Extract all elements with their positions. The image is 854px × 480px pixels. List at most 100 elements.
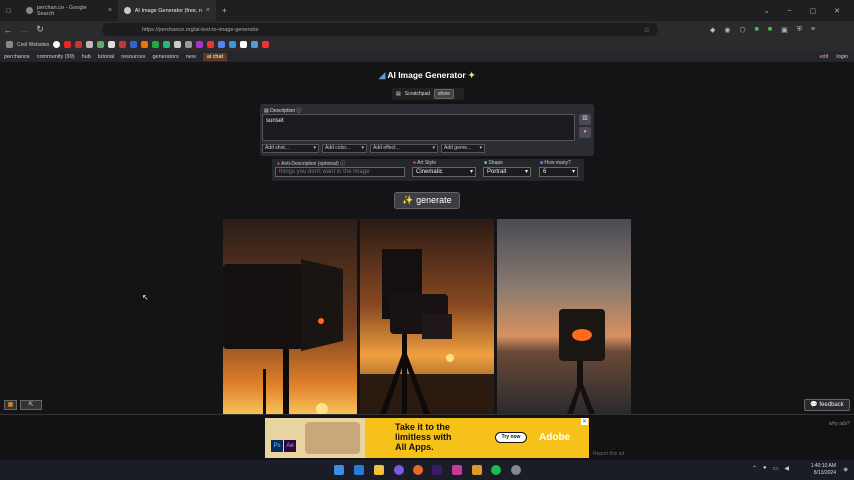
firefox-icon[interactable] bbox=[413, 465, 423, 475]
bookmark-icon[interactable] bbox=[196, 41, 204, 48]
nav-perchance[interactable]: perchance bbox=[4, 54, 30, 60]
image-gallery-icon[interactable]: ▦ bbox=[4, 400, 17, 410]
bookmark-icon[interactable] bbox=[185, 41, 193, 48]
scratchpad-show-button[interactable]: show bbox=[434, 89, 454, 99]
bookmark-icon[interactable] bbox=[130, 41, 138, 48]
bookmark-icon[interactable] bbox=[251, 41, 259, 48]
app-icon[interactable] bbox=[452, 465, 462, 475]
bookmark-icon[interactable] bbox=[152, 41, 160, 48]
description-input[interactable] bbox=[262, 114, 575, 141]
close-icon[interactable]: × bbox=[206, 7, 210, 14]
notepad-icon: ▤ bbox=[396, 91, 401, 97]
feedback-button[interactable]: 💬 feedback bbox=[804, 399, 850, 411]
minimize-icon[interactable]: – bbox=[788, 7, 792, 15]
add-effect-select[interactable]: Add effect... bbox=[370, 144, 438, 153]
bookmark-icon[interactable] bbox=[86, 41, 94, 48]
after-effects-icon: Ae bbox=[284, 440, 296, 452]
add-genre-select[interactable]: Add genre... bbox=[441, 144, 485, 153]
bookmark-icon[interactable] bbox=[75, 41, 83, 48]
nav-generators[interactable]: generators bbox=[152, 54, 178, 60]
new-tab-button[interactable]: + bbox=[216, 0, 233, 21]
bookmark-icon[interactable] bbox=[53, 41, 61, 48]
tab-actions[interactable]: ▢ bbox=[0, 0, 20, 21]
nav-new[interactable]: new bbox=[186, 54, 196, 60]
bookmark-icon[interactable] bbox=[218, 41, 226, 48]
close-window-icon[interactable]: ✕ bbox=[834, 7, 840, 15]
nav-community[interactable]: community (99) bbox=[37, 54, 75, 60]
clock[interactable]: 1:40:10 AM 8/13/2024 bbox=[811, 463, 836, 477]
bookmark-icon[interactable] bbox=[174, 41, 182, 48]
bookmark-folder-label[interactable]: Cool Websites bbox=[17, 42, 49, 48]
dice-icon[interactable]: ⚄ bbox=[579, 114, 591, 125]
bookmark-icon[interactable] bbox=[108, 41, 116, 48]
nav-tutorial[interactable]: tutorial bbox=[98, 54, 115, 60]
generated-image[interactable] bbox=[497, 219, 631, 414]
back-icon[interactable]: ← bbox=[0, 25, 16, 35]
shape-select[interactable]: Portrait bbox=[483, 167, 531, 177]
youtube-icon[interactable] bbox=[64, 41, 72, 48]
report-ad-link[interactable]: Report this ad bbox=[593, 451, 624, 457]
extension-icon[interactable]: ■ bbox=[755, 26, 759, 34]
login-link[interactable]: login bbox=[836, 54, 848, 60]
file-explorer-icon[interactable] bbox=[374, 465, 384, 475]
account-icon[interactable]: ◉ bbox=[724, 26, 730, 34]
bookmark-icon[interactable] bbox=[141, 41, 149, 48]
scratchpad: ▤ Scratchpad show bbox=[392, 88, 464, 100]
chevron-down-icon[interactable]: ⌄ bbox=[764, 7, 770, 15]
anti-description-input[interactable]: things you don't want in the image bbox=[275, 167, 405, 177]
why-ads-link[interactable]: why ads? bbox=[829, 421, 850, 427]
maximize-icon[interactable]: ▢ bbox=[810, 7, 817, 15]
volume-icon[interactable]: ◀ bbox=[784, 465, 789, 472]
windows-start-icon[interactable] bbox=[334, 465, 344, 475]
shield-icon[interactable]: ⛨ bbox=[797, 26, 802, 34]
ad-close-icon[interactable]: ✕ bbox=[580, 418, 588, 425]
extension-icon[interactable]: ▣ bbox=[781, 26, 788, 34]
google-icon bbox=[26, 7, 33, 14]
tab-ai-image-generator[interactable]: AI Image Generator (free, no sign... × bbox=[118, 0, 216, 21]
microphone-icon[interactable]: ● bbox=[763, 465, 767, 472]
bookmark-icon[interactable] bbox=[97, 41, 105, 48]
notification-icon[interactable]: ◈ bbox=[843, 466, 848, 473]
how-many-select[interactable]: 6 bbox=[539, 167, 578, 177]
edit-link[interactable]: edit bbox=[820, 54, 829, 60]
spotify-icon[interactable] bbox=[491, 465, 501, 475]
nav-ai-chat[interactable]: ai chat bbox=[202, 52, 228, 61]
extension-icon[interactable]: ■ bbox=[768, 26, 772, 34]
sparkle-icon: ✦ bbox=[468, 70, 476, 80]
chevron-up-icon[interactable]: ⌃ bbox=[752, 465, 757, 472]
app-icon[interactable] bbox=[511, 465, 521, 475]
bookmark-icon[interactable] bbox=[262, 41, 270, 48]
extension-icon[interactable]: ⬡ bbox=[740, 26, 746, 34]
generated-image[interactable] bbox=[360, 219, 494, 414]
app-icon[interactable] bbox=[354, 465, 364, 475]
star-icon[interactable]: ☆ bbox=[644, 26, 650, 34]
premiere-icon[interactable] bbox=[432, 465, 442, 475]
advertisement[interactable]: Ps Ae Take it to the limitless with All … bbox=[265, 418, 589, 458]
reload-icon[interactable]: ↻ bbox=[32, 24, 48, 35]
scratchpad-label: Scratchpad bbox=[404, 91, 431, 97]
bookmark-icon[interactable] bbox=[207, 41, 215, 48]
add-color-select[interactable]: Add color... bbox=[322, 144, 367, 153]
bookmark-icon[interactable] bbox=[240, 41, 248, 48]
network-icon[interactable]: ▭ bbox=[773, 465, 779, 472]
ad-cta-button[interactable]: Try now bbox=[495, 432, 527, 443]
collapse-icon[interactable]: ⇱ bbox=[20, 400, 42, 410]
app-icon[interactable] bbox=[472, 465, 482, 475]
bookmark-icon[interactable] bbox=[163, 41, 171, 48]
address-bar[interactable]: https://perchance.org/ai-text-to-image-g… bbox=[102, 23, 658, 36]
generate-button[interactable]: ✨ generate bbox=[394, 192, 460, 209]
generated-image[interactable] bbox=[223, 219, 357, 414]
nav-resources[interactable]: resources bbox=[121, 54, 145, 60]
bookmark-icon[interactable] bbox=[229, 41, 237, 48]
discord-icon[interactable] bbox=[394, 465, 404, 475]
bookmark-icon[interactable] bbox=[119, 41, 127, 48]
forward-icon[interactable]: → bbox=[16, 25, 32, 35]
brain-icon[interactable]: ● bbox=[579, 127, 591, 138]
art-style-select[interactable]: Cinematic bbox=[412, 167, 476, 177]
tab-google-search[interactable]: perchan.ce - Google Search × bbox=[20, 0, 118, 21]
add-shot-select[interactable]: Add shot... bbox=[262, 144, 319, 153]
close-icon[interactable]: × bbox=[108, 7, 112, 14]
nav-hub[interactable]: hub bbox=[82, 54, 91, 60]
menu-icon[interactable]: ≡ bbox=[811, 26, 815, 34]
pocket-icon[interactable]: ◆ bbox=[710, 26, 715, 34]
